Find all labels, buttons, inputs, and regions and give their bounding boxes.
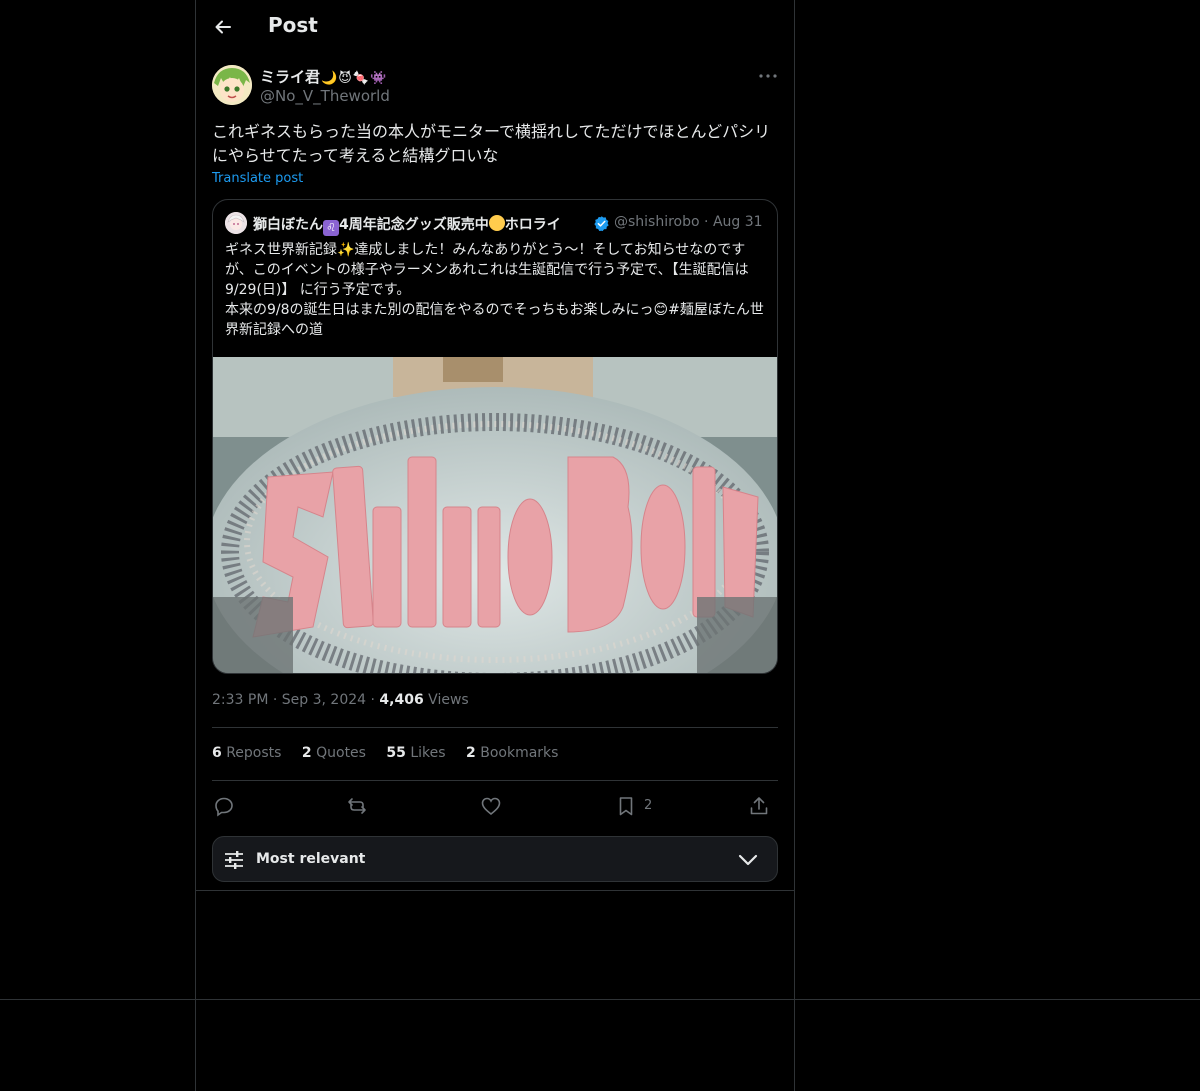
candy-emoji-icon: 🍬 — [352, 71, 369, 86]
post-date[interactable]: Sep 3, 2024 — [282, 692, 366, 708]
more-dots-icon — [759, 74, 777, 78]
quotes-label: Quotes — [316, 745, 366, 761]
quote-handle-date: @shishirobo · Aug 31 — [614, 214, 763, 230]
quote-name-part2: 4周年記念グッズ販売中 — [339, 217, 489, 233]
bookmarks-stat[interactable]: 2 Bookmarks — [466, 745, 558, 761]
quote-author-name: 獅白ぼたん ♌ 4周年記念グッズ販売中 ホロライ — [253, 214, 561, 236]
like-button[interactable] — [479, 794, 503, 818]
alien-monster-emoji-icon: 👾 — [369, 71, 387, 86]
guinness-record-photo: Shishiro Botan — [213, 357, 777, 673]
moon-emoji-icon: 🌙 — [321, 71, 338, 86]
divider — [212, 727, 778, 728]
avatar[interactable] — [212, 65, 252, 105]
translate-post-link[interactable]: Translate post — [212, 171, 303, 186]
post-column: Post ミライ君🌙😈🍬👾 @No_V_Theworld これギネスもらった当の… — [195, 0, 795, 1091]
quote-photo[interactable]: Shishiro Botan — [213, 357, 777, 673]
share-icon — [750, 797, 768, 815]
likes-stat[interactable]: 55 Likes — [386, 745, 445, 761]
likes-label: Likes — [410, 745, 446, 761]
reposts-stat[interactable]: 6 Reposts — [212, 745, 281, 761]
author-handle[interactable]: @No_V_Theworld — [260, 87, 390, 105]
post-text: これギネスもらった当の本人がモニターで横揺れしてただけでほとんどパシリにやらせて… — [212, 122, 771, 165]
views-count: 4,406 — [379, 692, 424, 708]
quote-name-part3: ホロライ — [504, 217, 561, 233]
leo-sign-icon: ♌ — [323, 220, 339, 236]
action-bar: 2 — [212, 792, 778, 820]
share-button[interactable] — [747, 794, 771, 818]
party-face-icon — [488, 215, 505, 231]
post-meta: 2:33 PM · Sep 3, 2024 · 4,406 Views — [212, 692, 469, 708]
reposts-count: 6 — [212, 745, 222, 761]
bookmark-icon — [619, 797, 633, 816]
reply-sort-dropdown[interactable]: Most relevant — [212, 836, 778, 882]
author-name-text: ミライ君 — [260, 68, 321, 86]
quote-avatar-image — [225, 212, 247, 234]
chevron-down-icon — [738, 854, 758, 866]
quote-avatar — [225, 212, 247, 234]
reply-button[interactable] — [212, 794, 236, 818]
repost-button[interactable] — [345, 794, 369, 818]
likes-count: 55 — [386, 745, 406, 761]
heart-icon — [481, 797, 501, 816]
quotes-count: 2 — [301, 745, 312, 761]
page-divider — [0, 999, 1200, 1000]
back-button[interactable] — [208, 12, 238, 42]
sort-label: Most relevant — [256, 851, 366, 867]
quote-text: ギネス世界新記録✨達成しました！みんなありがとう～！そしてお知らせなのですが、こ… — [225, 242, 764, 338]
repost-icon — [348, 798, 366, 814]
bookmarks-count: 2 — [466, 745, 476, 761]
reposts-label: Reposts — [226, 745, 282, 761]
post-time[interactable]: 2:33 PM — [212, 692, 268, 708]
author-name[interactable]: ミライ君🌙😈🍬👾 — [260, 66, 386, 87]
back-arrow-icon — [215, 20, 231, 34]
sliders-icon — [225, 851, 243, 869]
bookmark-button[interactable] — [614, 794, 638, 818]
bookmark-count: 2 — [644, 798, 653, 813]
quote-handle: @shishirobo — [614, 214, 700, 230]
quoted-post[interactable]: 獅白ぼたん ♌ 4周年記念グッズ販売中 ホロライ @shishirobo · Aug … — [212, 199, 778, 674]
bookmarks-label: Bookmarks — [480, 745, 559, 761]
section-divider — [196, 890, 794, 891]
views-label: Views — [428, 692, 469, 708]
verified-badge-icon — [593, 215, 610, 232]
page-title: Post — [268, 13, 318, 37]
quote-date: Aug 31 — [712, 214, 763, 230]
devil-emoji-icon: 😈 — [338, 71, 352, 86]
post-stats: 6 Reposts 2 Quotes 55 Likes 2 Bookmarks — [212, 745, 574, 761]
post-header: Post — [196, 0, 794, 53]
quotes-stat[interactable]: 2 Quotes — [302, 745, 366, 761]
reply-icon — [215, 797, 233, 817]
quote-name-part1: 獅白ぼたん — [253, 217, 323, 233]
avatar-image — [212, 65, 252, 105]
more-options-button[interactable] — [756, 64, 780, 88]
divider — [212, 780, 778, 781]
